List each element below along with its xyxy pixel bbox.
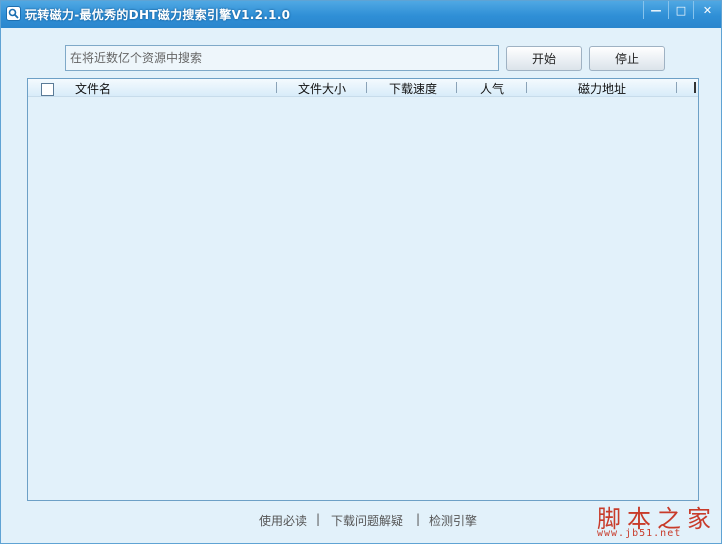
column-divider[interactable] [276, 82, 277, 93]
window-title: 玩转磁力-最优秀的DHT磁力搜索引擎V1.2.1.0 [25, 8, 291, 22]
column-header-speed[interactable]: 下载速度 [389, 80, 437, 96]
watermark-url: www.jb51.net [597, 528, 682, 539]
column-divider[interactable] [526, 82, 527, 93]
magnet-search-icon [6, 6, 21, 21]
close-icon: ✕ [702, 3, 713, 17]
close-button[interactable]: ✕ [693, 1, 721, 19]
select-all-checkbox[interactable] [41, 83, 54, 96]
maximize-icon: □ [675, 3, 687, 17]
window-controls: — □ ✕ [643, 1, 721, 21]
minimize-button[interactable]: — [643, 1, 668, 19]
footer-separator: | [316, 512, 321, 526]
site-watermark: 脚本之家 www.jb51.net [593, 499, 715, 541]
footer-link-check-engine[interactable]: 检测引擎 [429, 512, 477, 529]
column-divider[interactable] [366, 82, 367, 93]
column-divider[interactable] [676, 82, 677, 93]
column-header-popularity[interactable]: 人气 [480, 80, 504, 96]
title-bar[interactable]: 玩转磁力-最优秀的DHT磁力搜索引擎V1.2.1.0 — □ ✕ [1, 1, 721, 28]
column-header-filename[interactable]: 文件名 [75, 80, 111, 96]
column-header-magnet[interactable]: 磁力地址 [578, 80, 626, 96]
search-input[interactable] [65, 45, 499, 71]
app-window: 玩转磁力-最优秀的DHT磁力搜索引擎V1.2.1.0 — □ ✕ 开始 停止 文… [0, 0, 722, 544]
column-header-filesize[interactable]: 文件大小 [298, 80, 346, 96]
maximize-button[interactable]: □ [668, 1, 693, 19]
results-list[interactable]: 文件名 文件大小 下载速度 人气 磁力地址 [27, 78, 699, 501]
footer-link-download-help[interactable]: 下载问题解疑 [331, 512, 403, 529]
footer-separator: | [416, 512, 421, 526]
start-button[interactable]: 开始 [506, 46, 582, 71]
footer-link-guide[interactable]: 使用必读 [259, 512, 307, 529]
column-divider[interactable] [694, 82, 696, 93]
stop-button[interactable]: 停止 [589, 46, 665, 71]
list-header: 文件名 文件大小 下载速度 人气 磁力地址 [28, 79, 698, 97]
minimize-icon: — [650, 3, 662, 17]
column-divider[interactable] [456, 82, 457, 93]
